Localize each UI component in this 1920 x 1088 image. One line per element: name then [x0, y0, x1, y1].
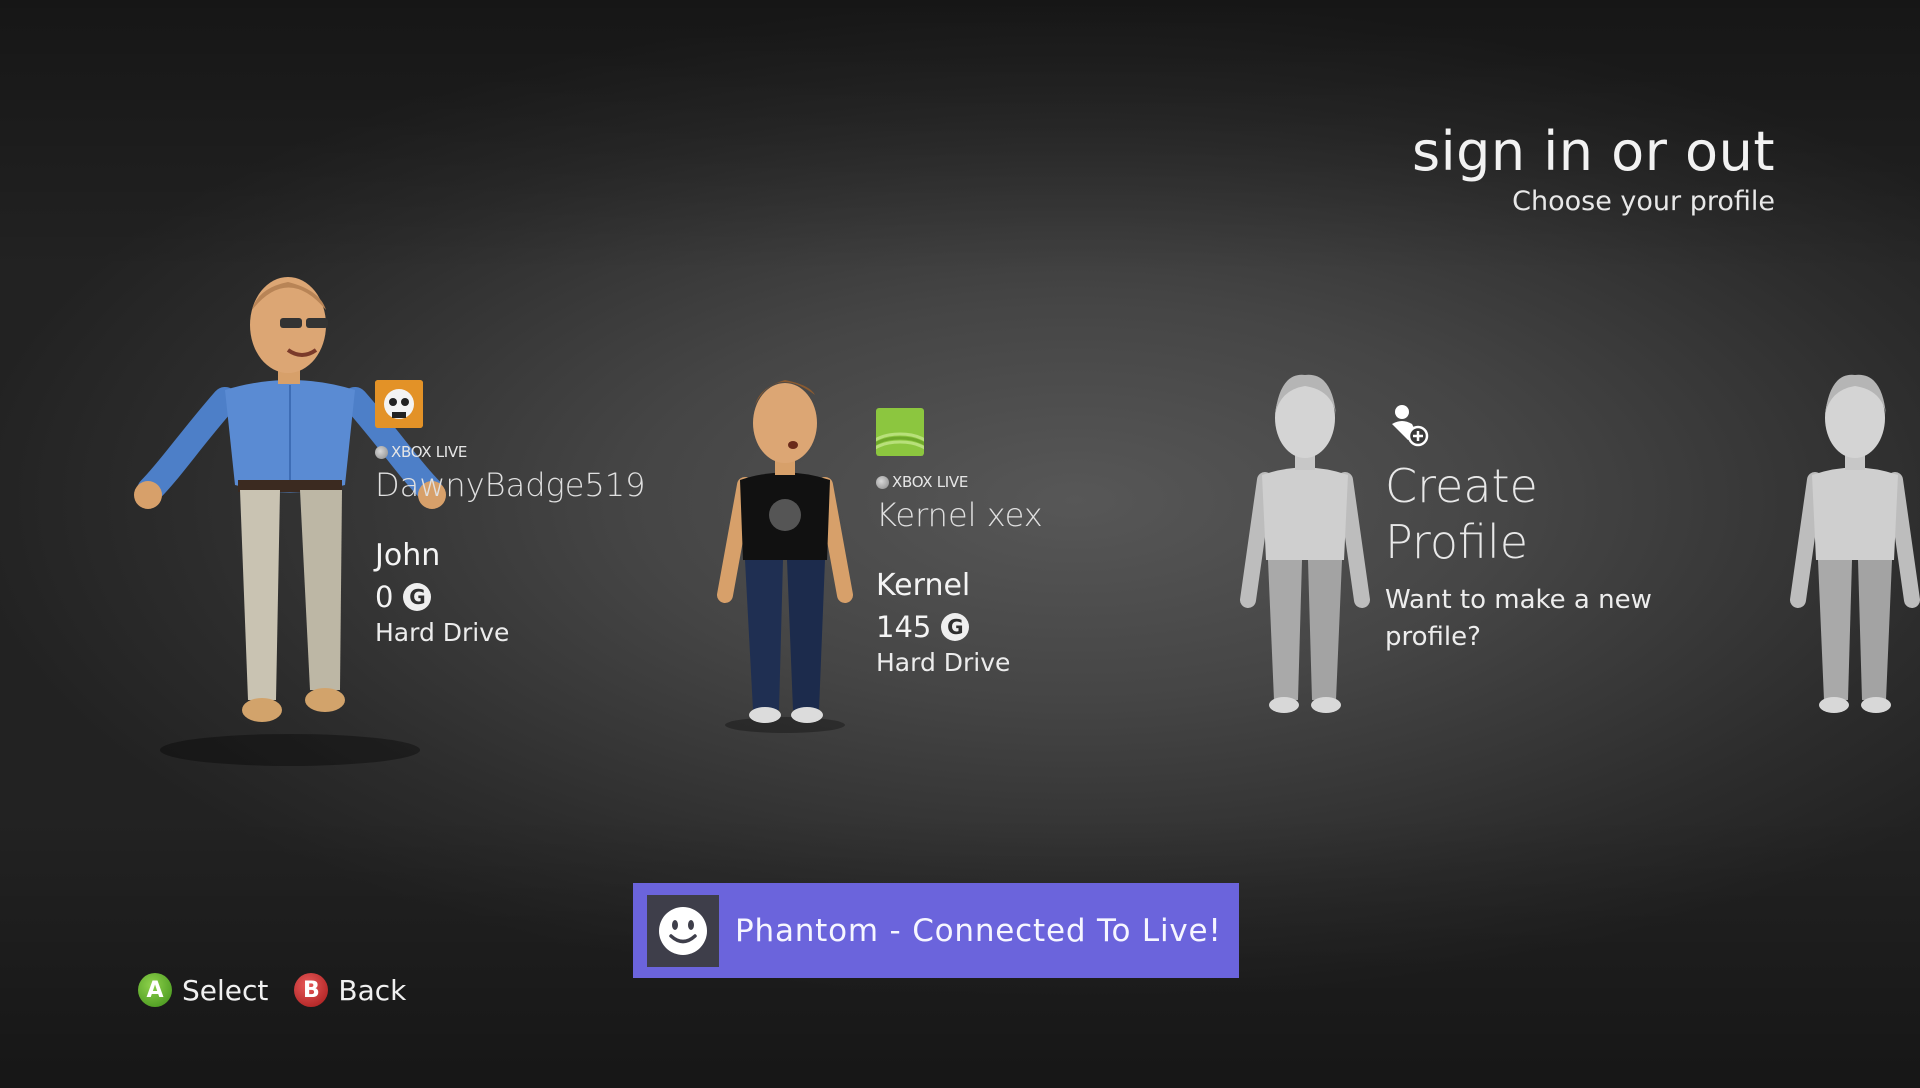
select-hint-label[interactable]: Select: [182, 974, 268, 1007]
storage-location: Hard Drive: [375, 618, 510, 647]
create-profile-title-line1: Create: [1385, 459, 1538, 513]
xbox-live-label: XBOX LIVE: [375, 443, 467, 461]
page-subtitle: Choose your profile: [1512, 186, 1775, 217]
xbox-live-text: XBOX LIVE: [892, 473, 969, 491]
gamerscore: 145 G: [876, 610, 970, 644]
notification-text: Phantom - Connected To Live!: [735, 912, 1222, 949]
xbox-live-label: XBOX LIVE: [876, 473, 968, 491]
gamertag: Kernel xex: [876, 496, 1043, 534]
green-wave-gamerpic-icon: [876, 408, 924, 456]
controller-hints: A Select B Back: [138, 973, 406, 1007]
gamerscore-icon: G: [941, 613, 970, 641]
xbox-logo-icon: [375, 445, 388, 459]
gamerscore-value: 145: [876, 610, 932, 644]
page-header: sign in or out Choose your profile: [1412, 120, 1775, 220]
gamertag: DawnyBadge519: [375, 466, 646, 504]
storage-location: Hard Drive: [876, 648, 1011, 677]
profile-name: John: [375, 538, 441, 573]
create-profile-title-line2: Profile: [1385, 515, 1529, 569]
add-person-icon: [1388, 404, 1434, 454]
create-profile-tile[interactable]: Create Profile Want to make a new profil…: [1230, 370, 1700, 730]
create-profile-description: Want to make a new profile?: [1385, 585, 1652, 652]
gamerscore-icon: G: [403, 583, 432, 611]
profile-tile-kernel[interactable]: XBOX LIVE Kernel xex Kernel 145 G Hard D…: [700, 375, 1080, 735]
skull-gamerpic-icon: [375, 380, 423, 428]
xbox-live-text: XBOX LIVE: [391, 443, 468, 461]
xbox-logo-icon: [876, 475, 889, 489]
create-profile-title: Create Profile: [1385, 458, 1538, 570]
gamerscore-value: 0: [375, 580, 394, 614]
profile-tile-john[interactable]: XBOX LIVE DawnyBadge519 John 0 G Hard Dr…: [130, 270, 650, 770]
page-title: sign in or out: [1411, 120, 1775, 183]
avatar-kernel: [715, 375, 855, 735]
back-hint-label[interactable]: Back: [338, 974, 406, 1007]
toast-icon-box: [647, 894, 719, 967]
placeholder-avatar-partial: [1790, 370, 1920, 720]
notification-toast: Phantom - Connected To Live!: [633, 883, 1239, 978]
gamerscore: 0 G: [375, 580, 432, 614]
placeholder-avatar: [1240, 370, 1370, 720]
b-button-icon[interactable]: B: [294, 973, 329, 1007]
profile-name: Kernel: [876, 568, 971, 603]
smiley-icon: [659, 906, 707, 955]
a-button-icon[interactable]: A: [138, 973, 172, 1007]
avatar-john: [130, 270, 450, 770]
